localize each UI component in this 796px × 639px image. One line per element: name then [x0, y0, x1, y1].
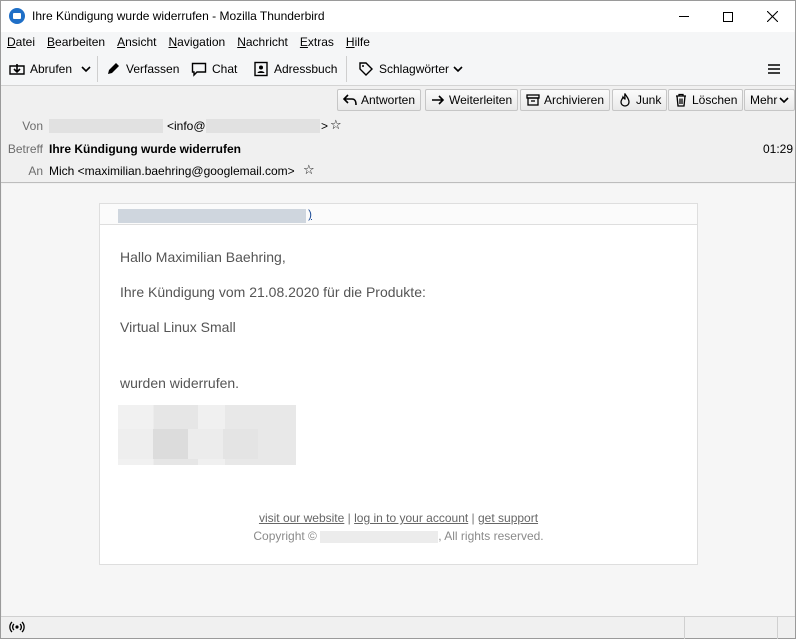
app-menu-button[interactable]: [767, 58, 781, 80]
more-button[interactable]: Mehr: [744, 89, 796, 111]
message-header-pane: Antworten Weiterleiten Archivieren Junk …: [1, 87, 796, 183]
maximize-button[interactable]: [705, 1, 751, 32]
status-bar: [1, 616, 795, 639]
status-divider: [684, 617, 685, 639]
maximize-icon: [723, 11, 733, 22]
visit-website-link[interactable]: visit our website: [259, 511, 344, 525]
to-label: An: [28, 164, 43, 178]
close-icon: [766, 11, 778, 22]
subject-label: Betreff: [7, 142, 43, 156]
compose-button[interactable]: Verfassen: [105, 58, 179, 80]
window-title: Ihre Kündigung wurde widerrufen - Mozill…: [32, 9, 325, 23]
menu-datei[interactable]: Datei: [7, 35, 35, 49]
message-body-pane: ) Hallo Maximilian Baehring, Ihre Kündig…: [2, 184, 794, 616]
minimize-icon: [679, 16, 689, 17]
menu-extras[interactable]: Extras: [300, 35, 334, 49]
menu-hilfe[interactable]: Hilfe: [346, 35, 370, 49]
redacted-link-end[interactable]: ): [308, 207, 312, 221]
title-bar: Ihre Kündigung wurde widerrufen - Mozill…: [1, 1, 795, 32]
online-status-icon[interactable]: [9, 620, 25, 634]
archive-box-icon: [526, 93, 540, 107]
from-name-redacted: [49, 119, 163, 133]
thunderbird-window: Ihre Kündigung wurde widerrufen - Mozill…: [0, 0, 796, 639]
status-divider: [777, 617, 778, 639]
message-time: 01:29: [763, 142, 794, 156]
minimize-button[interactable]: [661, 1, 707, 32]
reply-arrow-icon: [343, 93, 357, 107]
menu-nachricht[interactable]: Nachricht: [237, 35, 288, 49]
thunderbird-app-icon: [9, 8, 25, 24]
toolbar-divider: [346, 56, 347, 82]
get-mail-dropdown[interactable]: [81, 58, 91, 80]
get-support-link[interactable]: get support: [478, 511, 538, 525]
cancellation-line: Ihre Kündigung vom 21.08.2020 für die Pr…: [120, 284, 426, 300]
chevron-down-icon: [81, 66, 91, 73]
email-header-strip: ): [100, 204, 697, 225]
star-icon[interactable]: ☆: [303, 162, 315, 178]
download-icon: [9, 61, 25, 77]
to-recipient[interactable]: Mich <maximilian.baehring@googlemail.com…: [49, 164, 295, 178]
tag-icon: [358, 61, 374, 77]
forward-arrow-icon: [431, 93, 445, 107]
chat-bubble-icon: [191, 61, 207, 77]
menu-ansicht[interactable]: Ansicht: [117, 35, 156, 49]
menu-bearbeiten[interactable]: Bearbeiten: [47, 35, 105, 49]
footer-links: visit our website | log in to your accou…: [258, 511, 539, 525]
menu-navigation[interactable]: Navigation: [168, 35, 225, 49]
redacted-company-name: [320, 530, 439, 543]
delete-button[interactable]: Löschen: [668, 89, 744, 111]
from-email-end: >: [321, 119, 329, 133]
product-name: Virtual Linux Small: [120, 319, 236, 335]
revoked-line: wurden widerrufen.: [120, 375, 240, 391]
close-button[interactable]: [749, 1, 795, 32]
address-book-icon: [253, 61, 269, 77]
redacted-signature-detail: [118, 429, 258, 459]
hamburger-menu-icon: [768, 64, 780, 74]
toolbar-divider: [97, 56, 98, 82]
chevron-down-icon: [779, 97, 789, 104]
tags-button[interactable]: Schlagwörter: [358, 58, 463, 80]
flame-icon: [618, 93, 632, 107]
reply-button[interactable]: Antworten: [337, 89, 422, 111]
copyright-notice: Copyright © , All rights reserved.: [253, 529, 544, 543]
address-book-button[interactable]: Adressbuch: [253, 58, 337, 80]
from-label: Von: [22, 119, 43, 133]
subject-text: Ihre Kündigung wurde widerrufen: [49, 142, 241, 156]
star-icon[interactable]: ☆: [330, 117, 342, 133]
main-toolbar: Abrufen Verfassen Chat Adressbuch Schlag…: [1, 52, 795, 86]
email-content-card: ) Hallo Maximilian Baehring, Ihre Kündig…: [99, 203, 698, 565]
archive-button[interactable]: Archivieren: [520, 89, 611, 111]
greeting-text: Hallo Maximilian Baehring,: [120, 249, 286, 265]
from-email-start[interactable]: <info@: [167, 119, 206, 133]
menu-bar: Datei Bearbeiten Ansicht Navigation Nach…: [1, 32, 795, 52]
junk-button[interactable]: Junk: [612, 89, 668, 111]
login-account-link[interactable]: log in to your account: [354, 511, 468, 525]
chevron-down-icon: [453, 66, 463, 73]
trash-icon: [674, 93, 688, 107]
forward-button[interactable]: Weiterleiten: [425, 89, 519, 111]
redacted-header-link: [118, 209, 306, 223]
chat-button[interactable]: Chat: [191, 58, 237, 80]
pencil-icon: [105, 61, 121, 77]
from-email-redacted: [206, 119, 320, 133]
get-mail-button[interactable]: Abrufen: [9, 58, 72, 80]
